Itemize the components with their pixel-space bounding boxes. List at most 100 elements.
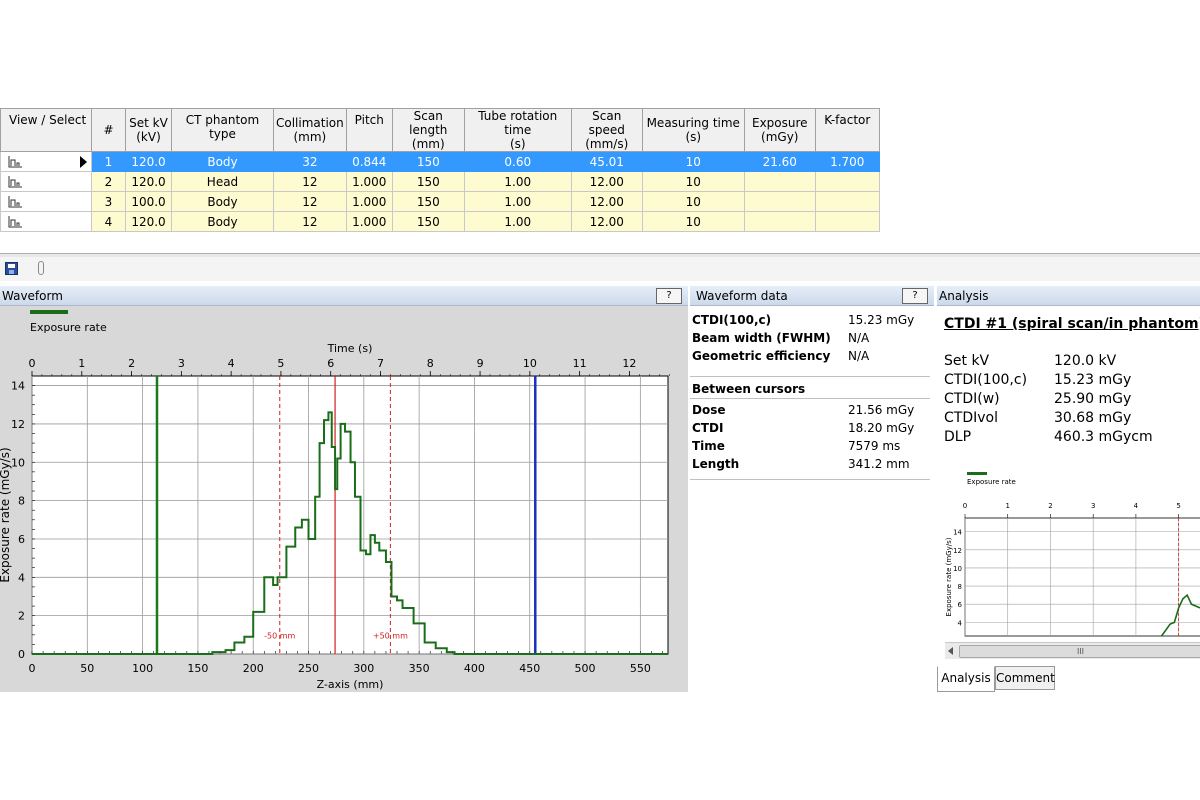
table-cell-pitch[interactable]: 1.000 (345, 211, 393, 232)
table-cell-k-factor[interactable] (814, 211, 880, 232)
view-waveform-icon[interactable] (7, 195, 23, 209)
table-row[interactable]: 4 120.0 Body 12 1.000 150 1.00 12.00 10 (0, 211, 880, 232)
x2-tick-label: 8 (427, 357, 434, 370)
view-select-cell[interactable] (0, 191, 92, 212)
legend-swatch (30, 310, 68, 314)
wfd-ctdi2-label: CTDI (692, 421, 724, 435)
table-cell-collimation[interactable]: 12 (273, 171, 347, 192)
table-cell-num[interactable]: 1 (91, 151, 126, 172)
table-cell-phantom[interactable]: Body (171, 191, 274, 212)
scroll-thumb[interactable]: III (959, 645, 1200, 658)
table-cell-rotation[interactable]: 1.00 (463, 191, 572, 212)
table-cell-measuring[interactable]: 10 (641, 191, 745, 212)
table-cell-scan-length[interactable]: 150 (391, 211, 465, 232)
table-cell-phantom[interactable]: Head (171, 171, 274, 192)
save-icon[interactable] (5, 262, 18, 275)
table-cell-speed[interactable]: 12.00 (570, 211, 643, 232)
table-cell-measuring[interactable]: 10 (641, 171, 745, 192)
x-tick-label: 0 (29, 662, 36, 675)
table-row[interactable]: 3 100.0 Body 12 1.000 150 1.00 12.00 10 (0, 191, 880, 212)
tab-comment[interactable]: Comment (995, 666, 1055, 690)
table-cell-measuring[interactable]: 10 (641, 211, 745, 232)
table-cell-k-factor[interactable] (814, 171, 880, 192)
table-cell-scan-length[interactable]: 150 (391, 171, 465, 192)
table-cell-num[interactable]: 3 (91, 191, 126, 212)
analysis-mini-chart[interactable]: Exposure rate0 1 2 3 4 5468101214Exposure rat… (937, 466, 1200, 656)
table-cell-collimation[interactable]: 12 (273, 211, 347, 232)
col-header-scan-speed[interactable]: Scan speed (mm/s) (570, 108, 643, 152)
an-ctdi100c-value: 15.23 mGy (1054, 372, 1132, 388)
table-cell-rotation[interactable]: 1.00 (463, 171, 572, 192)
view-waveform-icon[interactable] (7, 175, 23, 189)
wfd-ctdi-label: CTDI(100,c) (692, 313, 772, 327)
view-select-cell[interactable] (0, 211, 92, 232)
table-cell-rotation[interactable]: 0.60 (463, 151, 572, 172)
table-cell-kv[interactable]: 120.0 (125, 151, 172, 172)
table-cell-speed[interactable]: 45.01 (570, 151, 643, 172)
x2-tick-label: 9 (477, 357, 484, 370)
col-header-set-kv[interactable]: Set kV (kV) (125, 108, 172, 152)
x-tick-label: 200 (243, 662, 264, 675)
table-cell-pitch[interactable]: 0.844 (345, 151, 393, 172)
wfd-ctdi-row: CTDI(100,c) 15.23 mGy (692, 311, 932, 329)
col-header-view-select[interactable]: View / Select (0, 108, 92, 152)
col-header-ct-phantom-type[interactable]: CT phantom type (171, 108, 274, 152)
table-cell-num[interactable]: 4 (91, 211, 126, 232)
col-header-exposure[interactable]: Exposure (mGy) (743, 108, 816, 152)
table-cell-exposure[interactable] (743, 211, 816, 232)
waveform-help-button[interactable]: ? (656, 288, 682, 304)
table-cell-kv[interactable]: 120.0 (125, 211, 172, 232)
view-select-cell[interactable] (0, 171, 92, 192)
table-cell-speed[interactable]: 12.00 (570, 191, 643, 212)
wfd-time-row: Time 7579 ms (692, 437, 932, 455)
view-waveform-icon[interactable] (7, 215, 23, 229)
wfd-time-label: Time (692, 439, 725, 453)
table-cell-speed[interactable]: 12.00 (570, 171, 643, 192)
mini-x-tick-label: 3 (1091, 502, 1095, 510)
x-axis-label: Z-axis (mm) (317, 678, 384, 691)
table-cell-scan-length[interactable]: 150 (391, 191, 465, 212)
x2-axis-label: Time (s) (327, 342, 373, 355)
table-row[interactable]: 2 120.0 Head 12 1.000 150 1.00 12.00 10 (0, 171, 880, 192)
table-cell-kv[interactable]: 100.0 (125, 191, 172, 212)
col-header-scan-length[interactable]: Scan length (mm) (391, 108, 465, 152)
table-cell-kv[interactable]: 120.0 (125, 171, 172, 192)
x2-tick-label: 10 (523, 357, 537, 370)
col-header-tube-rotation-time[interactable]: Tube rotation time (s) (463, 108, 572, 152)
waveform-data-help-button[interactable]: ? (902, 288, 928, 304)
table-row[interactable]: 1 120.0 Body 32 0.844 150 0.60 45.01 10 21.60 1.70… (0, 151, 880, 172)
table-cell-collimation[interactable]: 12 (273, 191, 347, 212)
col-header-num[interactable]: # (91, 108, 126, 152)
analysis-hscrollbar[interactable]: III (945, 642, 1200, 659)
table-cell-measuring[interactable]: 10 (641, 151, 745, 172)
an-dlp-value: 460.3 mGycm (1054, 429, 1153, 445)
mini-y-tick-label: 6 (958, 601, 963, 609)
table-cell-phantom[interactable]: Body (171, 211, 274, 232)
attachment-icon[interactable] (38, 261, 44, 275)
table-cell-num[interactable]: 2 (91, 171, 126, 192)
table-cell-pitch[interactable]: 1.000 (345, 171, 393, 192)
mini-y-axis-label: Exposure rate (mGy/s) (945, 537, 953, 616)
mini-legend-label: Exposure rate (967, 478, 1016, 486)
scroll-left-arrow-icon[interactable] (948, 647, 953, 655)
col-header-collimation[interactable]: Collimation (mm) (273, 108, 347, 152)
table-cell-collimation[interactable]: 32 (273, 151, 347, 172)
view-waveform-icon[interactable] (7, 155, 23, 169)
view-select-cell[interactable] (0, 151, 92, 172)
wfd-ctdi2-row: CTDI 18.20 mGy (692, 419, 932, 437)
col-header-measuring-time[interactable]: Measuring time (s) (641, 108, 745, 152)
table-cell-k-factor[interactable]: 1.700 (814, 151, 880, 172)
table-cell-rotation[interactable]: 1.00 (463, 211, 572, 232)
analysis-heading[interactable]: CTDI #1 (spiral scan/in phantom) (944, 316, 1200, 332)
table-cell-exposure[interactable] (743, 171, 816, 192)
tab-analysis[interactable]: Analysis (937, 666, 995, 692)
waveform-chart[interactable]: Exposure rate0 50 100 150 200 250 300 350 400 450… (0, 306, 688, 692)
table-cell-phantom[interactable]: Body (171, 151, 274, 172)
col-header-k-factor[interactable]: K-factor (814, 108, 880, 152)
col-header-pitch[interactable]: Pitch (345, 108, 393, 152)
table-cell-scan-length[interactable]: 150 (391, 151, 465, 172)
table-cell-exposure[interactable]: 21.60 (743, 151, 816, 172)
table-cell-exposure[interactable] (743, 191, 816, 212)
table-cell-k-factor[interactable] (814, 191, 880, 212)
table-cell-pitch[interactable]: 1.000 (345, 191, 393, 212)
